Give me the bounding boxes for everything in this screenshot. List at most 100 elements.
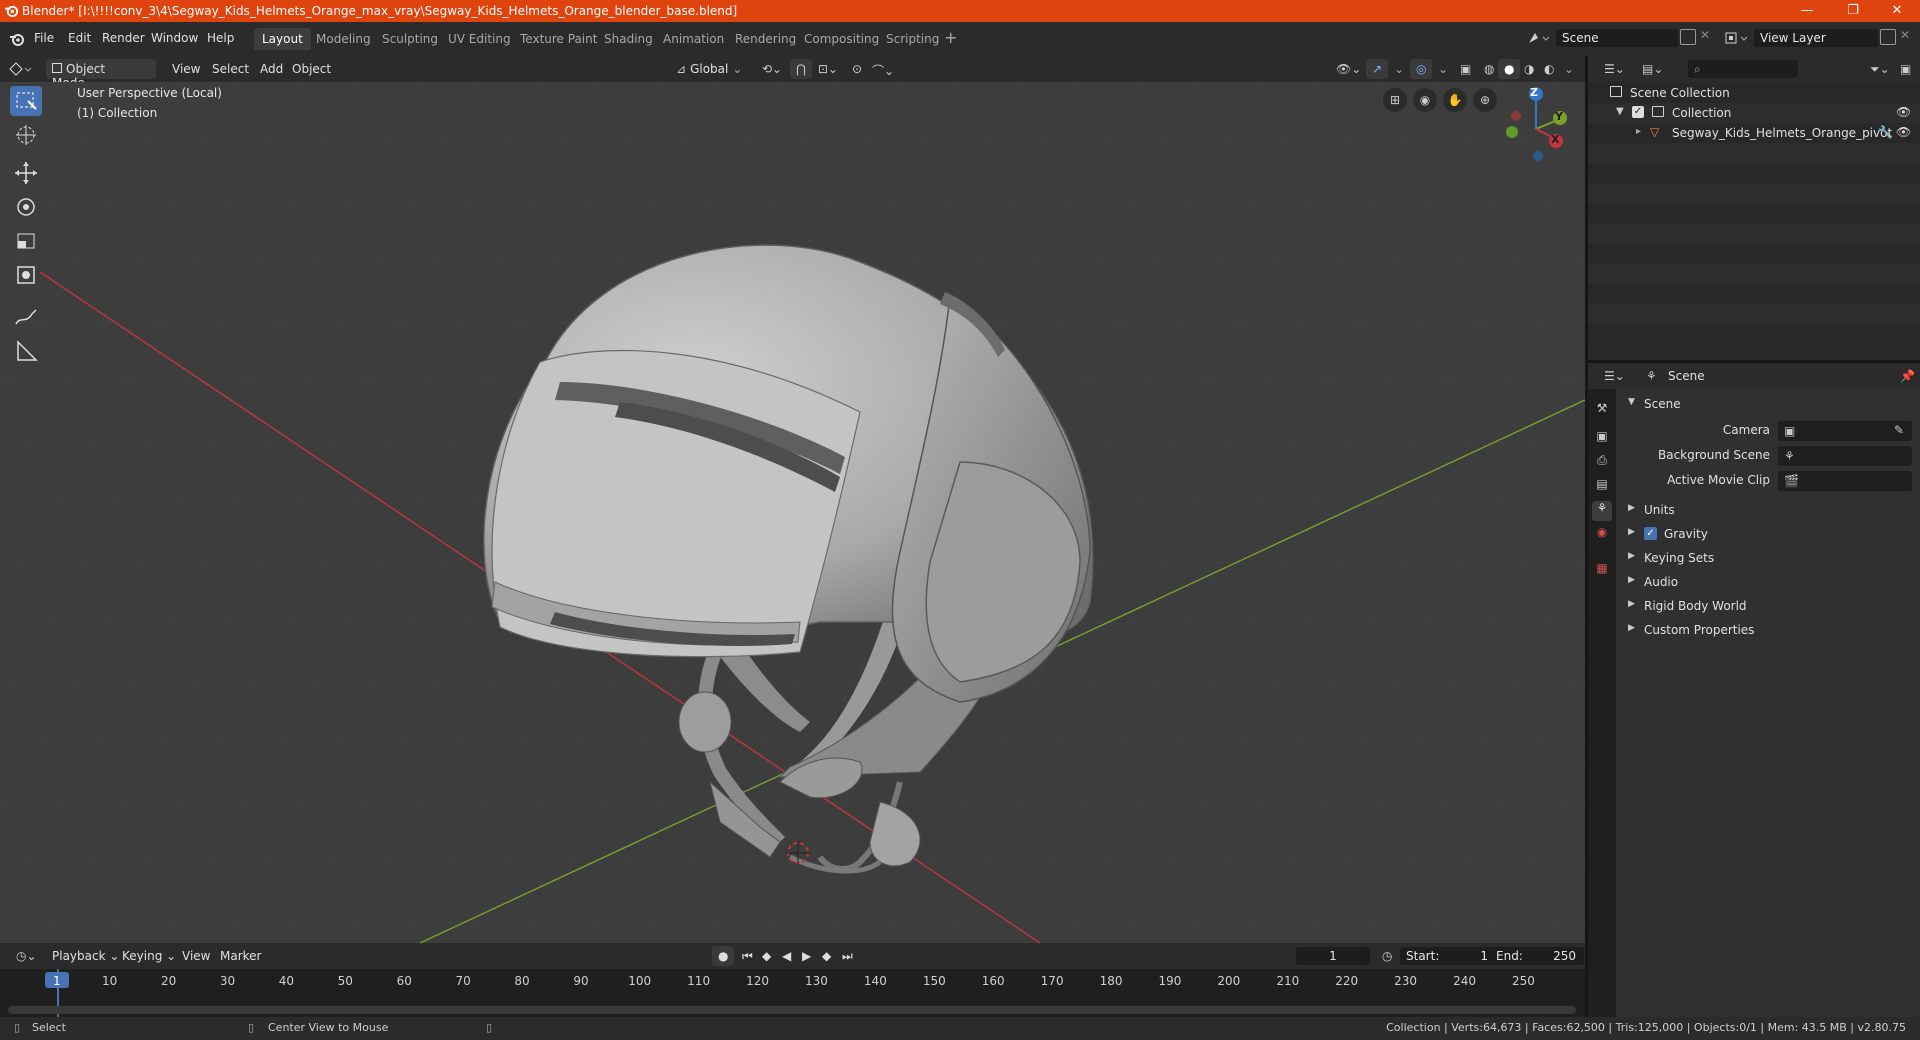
menu-marker[interactable]: Marker <box>214 946 267 966</box>
frame-ruler[interactable]: 1 10 20 30 40 50 60 70 80 90 100 110 120 130 140 150 160… <box>0 969 1585 989</box>
delete-view-layer-icon[interactable]: ✕ <box>1900 28 1910 42</box>
zoom-view-icon[interactable]: ⊕ <box>1473 88 1497 112</box>
tab-scripting[interactable]: Scripting <box>878 28 947 50</box>
play-icon[interactable]: ▶ <box>796 946 817 966</box>
tab-sculpting[interactable]: Sculpting <box>374 28 446 50</box>
menu-view[interactable]: View <box>166 59 206 79</box>
expand-arrow-icon[interactable]: ▸ <box>1636 126 1641 137</box>
next-keyframe-icon[interactable]: ◆ <box>816 946 837 966</box>
outliner-search-input[interactable]: ⌕ <box>1688 60 1798 78</box>
scene-field[interactable]: Scene <box>1556 29 1678 47</box>
falloff-icon[interactable]: ⌒⌄ <box>866 59 900 79</box>
wrench-icon[interactable]: 🔧 <box>1878 125 1893 139</box>
gravity-checkbox[interactable]: ✓ <box>1644 527 1657 540</box>
view-layer-field[interactable]: View Layer <box>1754 29 1878 47</box>
menu-edit[interactable]: Edit <box>68 31 91 45</box>
move-tool[interactable] <box>10 158 42 188</box>
current-frame-field[interactable]: 1 <box>1296 947 1370 965</box>
rotate-tool[interactable] <box>10 192 42 222</box>
tab-compositing[interactable]: Compositing <box>796 28 887 50</box>
tab-animation[interactable]: Animation <box>655 28 732 50</box>
pivot-point-icon[interactable]: ⟲⌄ <box>756 59 788 79</box>
collapse-arrow-icon[interactable]: ▼ <box>1616 106 1624 117</box>
menu-file[interactable]: File <box>34 31 54 45</box>
outliner-editor-type-icon[interactable]: ☰⌄ <box>1598 59 1631 79</box>
new-scene-icon[interactable] <box>1680 29 1696 45</box>
play-reverse-icon[interactable]: ◀ <box>776 946 797 966</box>
camera-field[interactable]: ▣ ✎ <box>1778 421 1912 441</box>
menu-add[interactable]: Add <box>254 59 289 79</box>
snap-icon[interactable]: ⋂ <box>790 59 812 79</box>
filter-icon[interactable]: ⏷⌄ <box>1864 59 1896 79</box>
scene-tab-icon[interactable]: ⚘ <box>1592 501 1612 521</box>
tab-layout[interactable]: Layout <box>254 28 311 50</box>
tab-rendering[interactable]: Rendering <box>727 28 804 50</box>
view-layer-browse-icon[interactable] <box>1724 30 1750 46</box>
record-keyframes-icon[interactable]: ● <box>712 946 735 966</box>
timeline-area[interactable]: 1 10 20 30 40 50 60 70 80 90 100 110 120 130 140 150 160… <box>0 969 1585 1017</box>
menu-render[interactable]: Render <box>102 31 145 45</box>
area-divider[interactable] <box>1585 56 1588 1017</box>
output-tab-icon[interactable]: ⎙ <box>1592 453 1612 473</box>
area-divider[interactable] <box>1588 360 1920 363</box>
delete-scene-icon[interactable]: ✕ <box>1700 28 1710 42</box>
view-layer-tab-icon[interactable]: ▤ <box>1592 477 1612 497</box>
properties-editor-type-icon[interactable]: ☰⌄ <box>1598 366 1631 386</box>
viewport-3d[interactable]: Z Y X User Perspective (Local) (1) Colle… <box>0 82 1585 943</box>
pin-icon[interactable]: 📌 <box>1894 366 1920 386</box>
tab-shading[interactable]: Shading <box>596 28 661 50</box>
outliner-row-scene-collection[interactable]: Scene Collection <box>1588 83 1920 103</box>
end-frame-field[interactable]: End: 250 <box>1490 947 1584 965</box>
audio-panel[interactable]: ▶ Audio <box>1624 571 1914 595</box>
world-tab-icon[interactable]: ◉ <box>1592 525 1612 545</box>
new-view-layer-icon[interactable] <box>1880 29 1896 45</box>
editor-type-icon[interactable] <box>8 61 34 77</box>
object-mode-dropdown[interactable]: Object Mode⌄ <box>46 59 156 90</box>
tab-modeling[interactable]: Modeling <box>308 28 379 50</box>
close-button[interactable]: ✕ <box>1874 0 1920 22</box>
outliner-row-collection[interactable]: ▼ ✓ Collection 👁 <box>1588 103 1920 123</box>
tab-texture-paint[interactable]: Texture Paint <box>512 28 605 50</box>
minimize-button[interactable]: — <box>1784 0 1830 22</box>
render-tab-icon[interactable]: ▣ <box>1592 429 1612 449</box>
tool-tab-icon[interactable]: ⚒ <box>1592 401 1612 421</box>
transform-orientation-dropdown[interactable]: ⊿ Global ⌄ <box>670 59 746 79</box>
menu-keying[interactable]: Keying ⌄ <box>116 946 182 966</box>
annotate-tool[interactable] <box>10 302 42 332</box>
rigid-body-world-panel[interactable]: ▶ Rigid Body World <box>1624 595 1914 619</box>
select-box-tool[interactable] <box>10 86 42 116</box>
transform-tool[interactable] <box>10 260 42 290</box>
object-visibility-icon[interactable]: 👁⌄ <box>1330 59 1367 79</box>
gizmo-toggle-icon[interactable]: ↗ <box>1366 59 1389 79</box>
proportional-edit-icon[interactable]: ⊙ <box>846 59 868 79</box>
pan-view-hand-icon[interactable]: ✋ <box>1443 88 1467 112</box>
scale-tool[interactable] <box>10 226 42 256</box>
menu-select[interactable]: Select <box>206 59 255 79</box>
chevron-down-icon[interactable]: ⌄ <box>1432 59 1454 79</box>
timeline-scrollbar[interactable] <box>8 1006 1576 1014</box>
menu-playback[interactable]: Playback ⌄ <box>46 946 125 966</box>
eye-icon[interactable]: 👁 <box>1896 105 1911 119</box>
preview-range-icon[interactable]: ◷ <box>1376 946 1398 966</box>
custom-properties-panel[interactable]: ▶ Custom Properties <box>1624 619 1914 643</box>
active-movie-clip-field[interactable]: 🎬 <box>1778 471 1912 491</box>
camera-view-icon[interactable]: ◉ <box>1413 88 1437 112</box>
outliner-row-object[interactable]: ▸ ▽ Segway_Kids_Helmets_Orange_pivot 🔧 👁 <box>1588 123 1920 143</box>
snap-target-icon[interactable]: ⊡⌄ <box>812 59 844 79</box>
eye-icon[interactable]: 👁 <box>1896 125 1911 139</box>
jump-end-icon[interactable]: ⏭ <box>836 946 859 966</box>
checkbox-icon[interactable]: ✓ <box>1632 106 1644 118</box>
add-workspace-icon[interactable]: + <box>944 28 957 47</box>
xray-toggle-icon[interactable]: ▣ <box>1454 59 1477 79</box>
overlays-toggle-icon[interactable]: ◎ <box>1410 59 1433 79</box>
menu-timeline-view[interactable]: View <box>176 946 216 966</box>
chevron-down-icon[interactable]: ⌄ <box>1388 59 1410 79</box>
prev-keyframe-icon[interactable]: ◆ <box>756 946 777 966</box>
menu-window[interactable]: Window <box>151 31 198 45</box>
scene-browse-icon[interactable] <box>1526 30 1552 46</box>
tab-uv-editing[interactable]: UV Editing <box>440 28 519 50</box>
gravity-panel[interactable]: ▶ ✓ Gravity <box>1624 523 1914 547</box>
chevron-down-icon[interactable]: ⌄ <box>1558 59 1580 79</box>
scene-panel-header[interactable]: ▼ Scene <box>1624 393 1914 417</box>
blender-menu-icon[interactable] <box>9 31 25 47</box>
